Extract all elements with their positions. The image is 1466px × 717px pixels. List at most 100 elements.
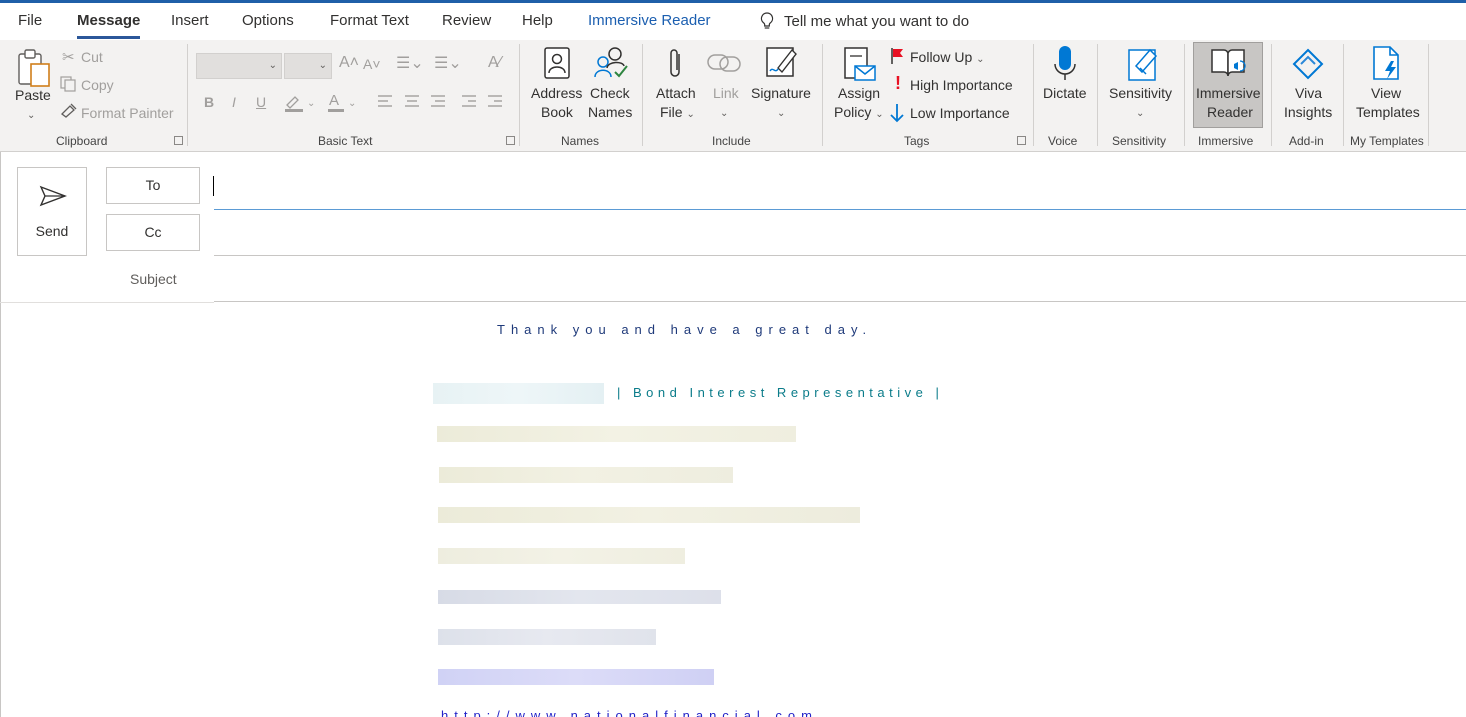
tab-insert[interactable]: Insert <box>171 12 209 29</box>
assign-policy-line2[interactable]: Policy ⌄ <box>834 103 884 124</box>
chevron-down-icon: ⌄ <box>268 60 277 71</box>
assign-policy-line1[interactable]: Assign <box>838 84 880 103</box>
viva-insights-line1[interactable]: Viva <box>1295 84 1322 103</box>
font-color-icon[interactable]: A ⌄ <box>326 92 362 112</box>
text-caret <box>213 176 214 196</box>
subject-label: Subject <box>130 271 177 287</box>
numbering-icon[interactable]: ☰⌄ <box>434 53 462 73</box>
italic-button[interactable]: I <box>232 94 236 110</box>
sensitivity-chevron-icon[interactable]: ⌄ <box>1136 104 1144 123</box>
redacted-line <box>439 467 733 483</box>
clipboard-launcher-icon[interactable] <box>174 136 183 145</box>
ribbon-divider <box>1271 44 1272 146</box>
subject-field[interactable] <box>214 301 1466 302</box>
tell-me-search[interactable]: Tell me what you want to do <box>760 12 969 30</box>
paste-icon[interactable] <box>17 48 53 88</box>
immersive-reader-line1[interactable]: Immersive <box>1196 84 1261 103</box>
basic-text-launcher-icon[interactable] <box>506 136 515 145</box>
format-painter-button[interactable]: Format Painter <box>81 105 174 121</box>
signature-button[interactable]: Signature <box>751 84 811 103</box>
view-templates-line1[interactable]: View <box>1371 84 1401 103</box>
clipboard-group-label: Clipboard <box>56 134 108 148</box>
templates-icon[interactable] <box>1370 45 1404 83</box>
bold-button[interactable]: B <box>204 94 214 110</box>
high-importance-button[interactable]: High Importance <box>910 77 1013 93</box>
ribbon-divider <box>1033 44 1034 146</box>
signature-icon[interactable] <box>764 44 798 80</box>
font-name-dropdown[interactable]: ⌄ <box>196 53 282 79</box>
immersive-reader-icon[interactable] <box>1208 46 1248 80</box>
follow-up-button[interactable]: Follow Up ⌄ <box>910 49 985 65</box>
ribbon-divider <box>1184 44 1185 146</box>
paperclip-icon[interactable] <box>666 46 686 82</box>
cc-field[interactable] <box>214 255 1466 256</box>
send-icon <box>39 185 67 207</box>
cc-button[interactable]: Cc <box>106 214 200 251</box>
check-names-icon[interactable] <box>593 44 629 80</box>
shrink-font-icon[interactable]: A˅ <box>363 56 381 72</box>
cut-button[interactable]: Cut <box>81 49 103 65</box>
paste-chevron-icon[interactable]: ⌄ <box>27 106 35 125</box>
paste-button[interactable]: Paste <box>15 86 51 105</box>
website-link[interactable]: http://www.nationalfinancial.com <box>441 708 818 717</box>
attach-file-line2[interactable]: File ⌄ <box>660 103 695 124</box>
low-importance-button[interactable]: Low Importance <box>910 105 1010 121</box>
assign-policy-icon[interactable] <box>842 46 878 82</box>
link-chevron-icon[interactable]: ⌄ <box>720 104 728 123</box>
high-importance-icon: ! <box>895 73 901 93</box>
ribbon-divider <box>1343 44 1344 146</box>
alignment-icons[interactable] <box>376 94 506 110</box>
grow-font-icon[interactable]: A˄ <box>339 54 359 72</box>
tab-immersive-reader[interactable]: Immersive Reader <box>588 12 711 29</box>
tab-help[interactable]: Help <box>522 12 553 29</box>
copy-icon <box>60 76 76 92</box>
address-book-line2[interactable]: Book <box>541 103 573 122</box>
microphone-icon[interactable] <box>1053 44 1077 82</box>
attach-file-line1[interactable]: Attach <box>656 84 696 103</box>
tab-options[interactable]: Options <box>242 12 294 29</box>
menu-bar: File Message Insert Options Format Text … <box>0 0 1466 40</box>
redacted-line <box>437 426 796 442</box>
tab-file[interactable]: File <box>18 12 42 29</box>
bullets-icon[interactable]: ☰⌄ <box>396 53 424 73</box>
highlight-icon[interactable]: ⌄ <box>283 92 319 112</box>
redacted-line <box>438 669 714 685</box>
clear-formatting-icon[interactable]: A⁄ <box>488 54 501 72</box>
link-button[interactable]: Link <box>713 84 739 103</box>
underline-button[interactable]: U <box>256 94 266 110</box>
window-left-border <box>0 152 1 717</box>
font-size-dropdown[interactable]: ⌄ <box>284 53 332 79</box>
addin-group-label: Add-in <box>1289 134 1324 148</box>
sensitivity-button[interactable]: Sensitivity <box>1109 84 1172 103</box>
view-templates-line2[interactable]: Templates <box>1356 103 1420 122</box>
immersive-reader-line2[interactable]: Reader <box>1207 103 1253 122</box>
dictate-button[interactable]: Dictate <box>1043 84 1087 103</box>
chevron-down-icon: ⌄ <box>318 60 327 71</box>
copy-button[interactable]: Copy <box>81 77 114 93</box>
tell-me-text: Tell me what you want to do <box>784 12 970 30</box>
signature-chevron-icon[interactable]: ⌄ <box>777 104 785 123</box>
ribbon-divider <box>187 44 188 146</box>
check-names-line2[interactable]: Names <box>588 103 632 122</box>
viva-insights-icon[interactable] <box>1290 46 1326 82</box>
sensitivity-icon[interactable] <box>1126 44 1162 82</box>
redacted-name <box>433 383 604 404</box>
sensitivity-group-label: Sensitivity <box>1112 134 1167 148</box>
thanks-line: Thank you and have a great day. <box>497 322 873 337</box>
tab-review[interactable]: Review <box>442 12 491 29</box>
ribbon-divider <box>1428 44 1429 146</box>
tags-launcher-icon[interactable] <box>1017 136 1026 145</box>
link-icon[interactable] <box>706 50 742 76</box>
lightbulb-icon <box>760 12 774 29</box>
basic-text-group-label: Basic Text <box>318 134 373 148</box>
to-button[interactable]: To <box>106 167 200 204</box>
check-names-line1[interactable]: Check <box>590 84 630 103</box>
tab-format-text[interactable]: Format Text <box>330 12 409 29</box>
to-field[interactable] <box>214 209 1466 210</box>
signature-role: | Bond Interest Representative | <box>617 385 944 400</box>
viva-insights-line2[interactable]: Insights <box>1284 103 1332 122</box>
send-button[interactable]: Send <box>17 167 87 256</box>
address-book-line1[interactable]: Address <box>531 84 582 103</box>
address-book-icon[interactable] <box>543 46 571 80</box>
tab-message[interactable]: Message <box>77 12 141 39</box>
